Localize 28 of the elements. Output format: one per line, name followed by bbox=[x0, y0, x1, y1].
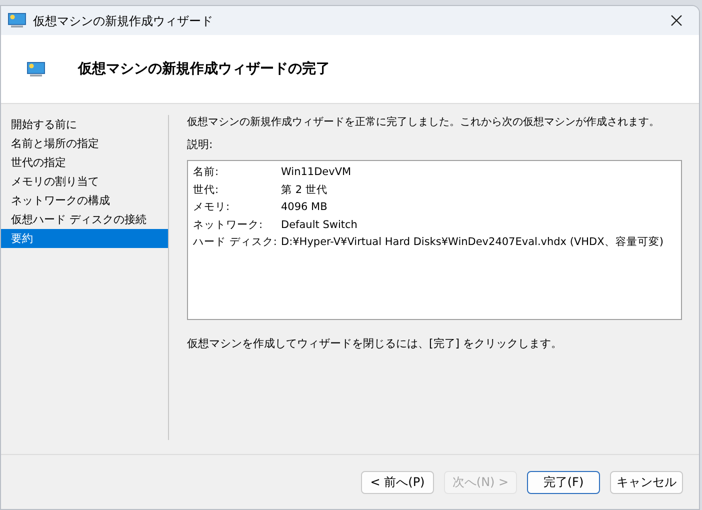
field-label: 世代: bbox=[193, 182, 220, 198]
wizard-button[interactable]: キャンセル bbox=[610, 470, 683, 494]
field-label: ネットワーク: bbox=[193, 218, 264, 233]
field-label: ハード ディスク: bbox=[193, 235, 278, 250]
field-value: 4096 MB bbox=[281, 200, 328, 216]
monitor-icon bbox=[27, 62, 45, 76]
intro-text: 仮想マシンの新規作成ウィザードを正常に完了しました。これから次の仮想マシンが作成されます。 bbox=[187, 115, 660, 130]
wizard-step[interactable]: 仮想ハード ディスクの接続 bbox=[1, 210, 168, 229]
close-icon bbox=[670, 15, 682, 26]
field-label: 名前: bbox=[193, 165, 220, 180]
description-label: 説明: bbox=[187, 136, 214, 153]
wizard-button[interactable]: 完了(F) bbox=[527, 470, 600, 494]
wizard-step[interactable]: 世代の指定 bbox=[1, 153, 168, 172]
wizard-step[interactable]: 要約 bbox=[1, 229, 168, 248]
field-value: 第 2 世代 bbox=[281, 182, 328, 198]
instruction-text: 仮想マシンを作成してウィザードを閉じるには、[完了] をクリックします。 bbox=[187, 336, 564, 352]
wizard-step[interactable]: メモリの割り当て bbox=[1, 172, 168, 191]
field-label: メモリ: bbox=[193, 200, 231, 216]
wizard-step[interactable]: 開始する前に bbox=[1, 115, 168, 134]
monitor-icon bbox=[8, 13, 26, 28]
field-value: Default Switch bbox=[281, 218, 358, 233]
page-heading: 仮想マシンの新規作成ウィザードの完了 bbox=[78, 60, 330, 78]
wizard-button[interactable]: < 前へ(P) bbox=[361, 470, 434, 494]
field-value: Win11DevVM bbox=[281, 165, 352, 180]
field-value: D:¥Hyper-V¥Virtual Hard Disks¥WinDev2407Eval.vhdx (VHDX、容量可変) bbox=[281, 235, 664, 250]
wizard-step[interactable]: 名前と場所の指定 bbox=[1, 134, 168, 153]
wizard-step[interactable]: ネットワークの構成 bbox=[1, 191, 168, 210]
window-title: 仮想マシンの新規作成ウィザード bbox=[33, 12, 213, 30]
